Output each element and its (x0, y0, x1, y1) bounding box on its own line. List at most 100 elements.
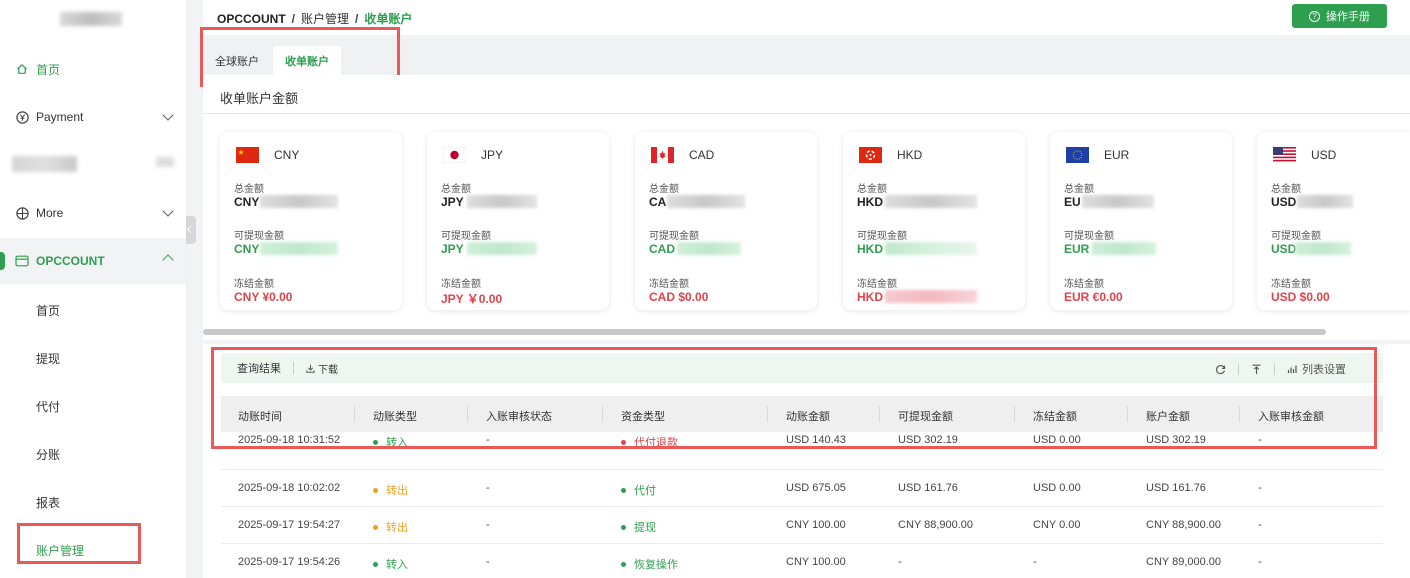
currency-code: CAD (689, 148, 715, 162)
cell-text: - (1033, 556, 1037, 568)
table-cell-account: CNY 88,900.00 (1146, 519, 1221, 531)
cell-text: 2025-09-17 19:54:27 (238, 519, 341, 531)
sidebar-item-hidden[interactable] (12, 156, 77, 172)
table-cell-audit: - (486, 556, 490, 568)
table-cell-audit: - (486, 519, 490, 531)
total-value: JPY (441, 195, 464, 209)
status-dot (621, 561, 626, 567)
currency-card-cny[interactable]: CNY 总金额 CNY 可提现金额 CNY 冻结金额 CNY ¥0.00 (220, 132, 402, 310)
table-cell-fund: 恢复操作 (621, 556, 678, 572)
table-cell-amount: USD 675.05 (786, 482, 846, 494)
sidebar-item-label: OPCCOUNT (36, 254, 105, 268)
breadcrumb-current: 收单账户 (364, 12, 413, 26)
chevron-down-icon (162, 109, 174, 121)
table-cell-audit: - (486, 482, 490, 494)
table-row[interactable]: 2025-09-18 10:02:02 转出 - 代付 USD 675.05 USD 16… (221, 470, 1383, 507)
table-cell-audit-amount: - (1258, 556, 1262, 568)
frozen-value: JPY ￥0.00 (441, 292, 503, 306)
sidebar-collapse-handle[interactable] (186, 216, 196, 244)
cell-text: CNY 100.00 (786, 519, 846, 531)
table-cell-fund: 代付 (621, 482, 656, 498)
horizontal-scrollbar[interactable] (203, 329, 1326, 335)
sidebar-sub-split[interactable]: 分账 (36, 446, 60, 463)
frozen-value: HKD (857, 290, 883, 304)
total-value: CA (649, 195, 667, 209)
redacted-withdrawable (1092, 242, 1156, 255)
table-cell-frozen: USD 0.00 (1033, 482, 1081, 494)
sidebar-sub-home[interactable]: 首页 (36, 302, 60, 319)
logo (60, 12, 122, 26)
table-cell-account: USD 161.76 (1146, 482, 1206, 494)
table-cell-type: 转出 (373, 482, 408, 498)
sidebar-item-payment[interactable]: Payment (0, 97, 186, 137)
cell-text: - (1258, 482, 1262, 494)
frozen-value: CAD $0.00 (649, 290, 709, 304)
total-label: 总金额 (234, 184, 264, 195)
table-cell-amount: CNY 100.00 (786, 519, 846, 531)
cell-text: 转出 (386, 522, 408, 534)
cell-text: - (486, 519, 490, 531)
sidebar-sub-payout[interactable]: 代付 (36, 398, 60, 415)
frozen-label: 冻结金额 (1064, 279, 1104, 290)
frozen-label: 冻结金额 (441, 279, 481, 290)
frozen-value: CNY ¥0.00 (234, 290, 293, 304)
redacted-total (467, 195, 537, 208)
total-value: EU (1064, 195, 1081, 209)
cell-text: 转入 (386, 559, 408, 571)
redacted-total (260, 195, 338, 208)
currency-card-eur[interactable]: EUR 总金额 EU 可提现金额 EUR 冻结金额 EUR €0.00 (1050, 132, 1232, 310)
manual-button[interactable]: ? 操作手册 (1292, 4, 1387, 28)
table-cell-time: 2025-09-18 10:02:02 (238, 482, 340, 494)
highlight-box-sidebar (17, 523, 141, 564)
sidebar-item-home[interactable]: 首页 (0, 49, 186, 89)
sidebar-item-opccount[interactable]: OPCCOUNT (0, 238, 186, 284)
currency-code: EUR (1104, 148, 1130, 162)
redacted-frozen (885, 290, 977, 303)
status-dot (373, 524, 378, 530)
manual-button-label: 操作手册 (1326, 11, 1370, 23)
status-dot (373, 487, 378, 493)
frozen-value: EUR €0.00 (1064, 290, 1123, 304)
cell-text: 2025-09-17 19:54:26 (238, 556, 341, 568)
currency-code: HKD (897, 148, 923, 162)
currency-code: USD (1311, 148, 1337, 162)
frozen-label: 冻结金额 (649, 279, 689, 290)
table-row[interactable]: 2025-09-17 19:54:27 转出 - 提现 CNY 100.00 CNY 88… (221, 507, 1383, 544)
amount-panel: 收单账户金额 CNY 总金额 CNY 可提现金额 CNY 冻结金额 CNY ¥0… (203, 75, 1410, 340)
table-cell-time: 2025-09-17 19:54:27 (238, 519, 340, 531)
currency-code: CNY (274, 148, 300, 162)
cell-text: - (486, 482, 490, 494)
breadcrumb-item[interactable]: 账户管理 (301, 10, 349, 27)
wallet-icon (15, 254, 29, 268)
table-row[interactable]: 2025-09-17 19:54:26 转入 - 恢复操作 CNY 100.00 - - CN… (221, 544, 1383, 578)
sidebar-item-more[interactable]: More (0, 193, 186, 233)
currency-card-cad[interactable]: CAD 总金额 CA 可提现金额 CAD 冻结金额 CAD $0.00 (635, 132, 817, 310)
status-dot (621, 487, 626, 493)
section-title: 收单账户金额 (220, 91, 299, 106)
total-label: 总金额 (441, 184, 471, 195)
cell-text: CNY 89,000.00 (1146, 556, 1222, 568)
table-cell-withdrawable: - (898, 556, 902, 568)
sidebar-sub-withdraw[interactable]: 提现 (36, 350, 60, 367)
table-cell-audit-amount: - (1258, 482, 1262, 494)
table-cell-frozen: - (1033, 556, 1037, 568)
withdrawable-value: USD (1271, 242, 1297, 256)
redacted-withdrawable (677, 242, 741, 255)
currency-card-usd[interactable]: USD 总金额 USD 可提现金额 USD 冻结金额 USD $0.00 (1257, 132, 1410, 310)
cell-text: - (1258, 556, 1262, 568)
table-cell-audit-amount: - (1258, 519, 1262, 531)
currency-card-hkd[interactable]: HKD 总金额 HKD 可提现金额 HKD 冻结金额 HKD (843, 132, 1025, 310)
eu-flag-icon (1066, 147, 1089, 163)
total-value: HKD (857, 195, 883, 209)
cell-text: USD 161.76 (1146, 482, 1206, 494)
withdrawable-value: JPY (441, 242, 464, 256)
redacted-withdrawable (1295, 242, 1351, 255)
currency-card-jpy[interactable]: JPY 总金额 JPY 可提现金额 JPY 冻结金额 JPY ￥0.00 (427, 132, 609, 310)
total-value: CNY (234, 195, 260, 209)
table-cell-account: CNY 89,000.00 (1146, 556, 1221, 568)
breadcrumb-item[interactable]: OPCCOUNT (217, 12, 286, 26)
total-label: 总金额 (1271, 184, 1301, 195)
highlight-box-table (211, 347, 1377, 449)
grid-icon (15, 206, 29, 220)
sidebar-sub-report[interactable]: 报表 (36, 494, 60, 511)
